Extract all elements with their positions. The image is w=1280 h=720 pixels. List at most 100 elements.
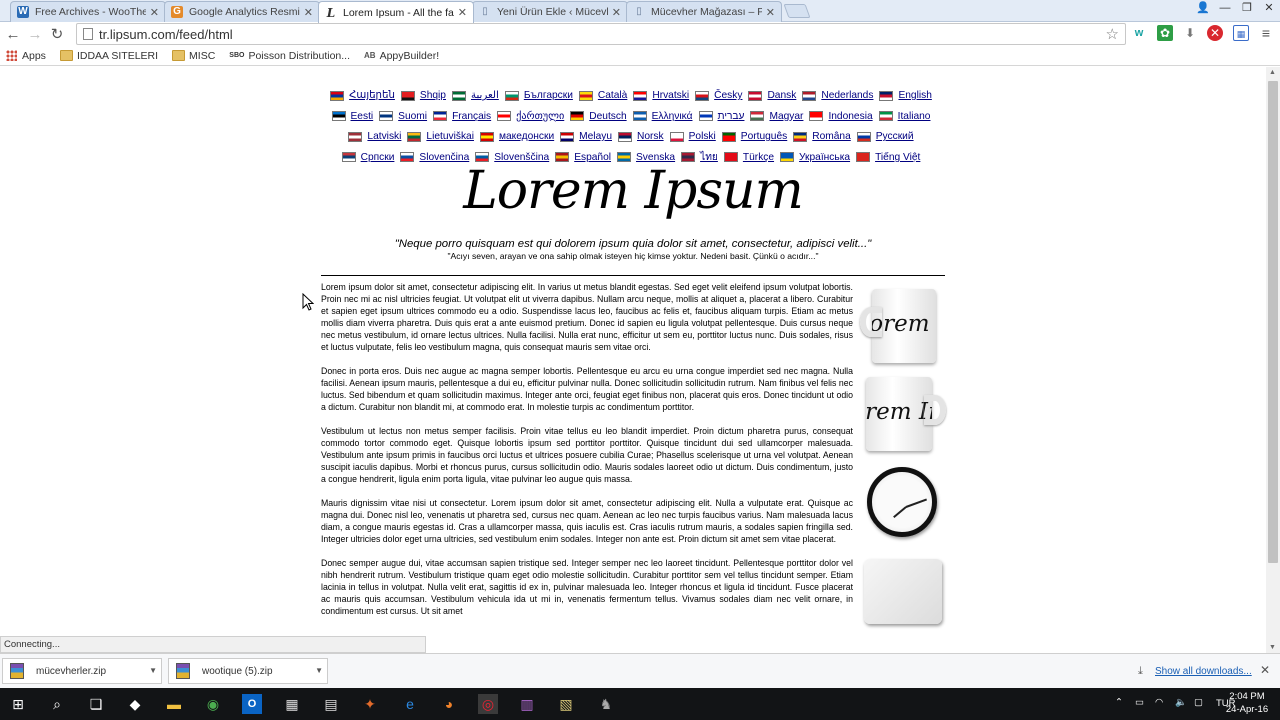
- user-icon[interactable]: 👤: [1192, 0, 1214, 20]
- app-icon[interactable]: ◆: [125, 694, 145, 714]
- scroll-up-icon[interactable]: ▲: [1269, 69, 1276, 76]
- language-link[interactable]: Suomi: [379, 108, 427, 126]
- language-link[interactable]: ქართული: [497, 108, 564, 126]
- outlook-icon[interactable]: O: [242, 694, 262, 714]
- language-link[interactable]: Հայերեն: [330, 87, 395, 105]
- bookmark-star-icon[interactable]: ☆: [1106, 25, 1119, 43]
- download-item[interactable]: mücevherler.zip ▼: [2, 658, 162, 684]
- close-icon[interactable]: ✕: [612, 6, 621, 19]
- mug-image-1[interactable]: Lorem Ipsum: [860, 285, 945, 370]
- close-window-button[interactable]: ✕: [1258, 0, 1280, 20]
- app-icon[interactable]: ✦: [360, 694, 380, 714]
- language-link[interactable]: Hrvatski: [633, 87, 689, 105]
- reload-button[interactable]: ↻: [46, 25, 68, 43]
- tray-up-icon[interactable]: ⌃: [1115, 697, 1123, 708]
- new-tab-button[interactable]: [783, 4, 811, 18]
- extension-puzzle-icon[interactable]: ✿: [1157, 25, 1173, 41]
- language-link[interactable]: Pусский: [856, 128, 914, 146]
- bookmark-poisson[interactable]: SBO Poisson Distribution...: [229, 50, 350, 62]
- language-link[interactable]: Magyar: [750, 108, 803, 126]
- language-link[interactable]: Български: [504, 87, 573, 105]
- clock-image[interactable]: [867, 467, 937, 537]
- language-link[interactable]: Latviski: [348, 128, 401, 146]
- bookmark-misc[interactable]: MISC: [172, 50, 215, 62]
- download-item[interactable]: wootique (5).zip ▼: [168, 658, 328, 684]
- close-icon[interactable]: ✕: [304, 6, 313, 19]
- notes-icon[interactable]: ▧: [556, 694, 576, 714]
- calculator-icon[interactable]: ▦: [282, 694, 302, 714]
- extension-block-icon[interactable]: ✕: [1207, 25, 1223, 41]
- file-explorer-icon[interactable]: ▬: [164, 694, 184, 714]
- minimize-button[interactable]: —: [1214, 0, 1236, 20]
- language-link[interactable]: македонски: [479, 128, 554, 146]
- language-link[interactable]: Français: [433, 108, 491, 126]
- language-link[interactable]: Shqip: [400, 87, 446, 105]
- back-button[interactable]: ←: [2, 26, 24, 43]
- tab-google-analytics[interactable]: G Google Analytics Resmi W ✕: [164, 1, 320, 22]
- winrar-icon[interactable]: ▥: [517, 694, 537, 714]
- language-link[interactable]: Italiano: [878, 108, 930, 126]
- tab-yeni-urun-ekle[interactable]: ▯ Yeni Ürün Ekle ‹ Mücevher ✕: [472, 1, 628, 22]
- pillow-image[interactable]: [864, 559, 942, 624]
- mug-front: Lorem Ipsum: [866, 377, 932, 451]
- tab-lorem-ipsum[interactable]: L Lorem Ipsum - All the fact ✕: [318, 1, 474, 23]
- app-icon[interactable]: ♞: [596, 694, 616, 714]
- wifi-icon[interactable]: ◠: [1155, 697, 1163, 708]
- wordpress-icon: W: [17, 6, 29, 18]
- language-link[interactable]: Lietuviškai: [407, 128, 474, 146]
- scroll-down-icon[interactable]: ▼: [1269, 644, 1276, 651]
- forward-button[interactable]: →: [24, 26, 46, 43]
- close-icon[interactable]: ✕: [150, 6, 159, 19]
- bookmark-apps[interactable]: Apps: [6, 50, 46, 62]
- dropdown-arrow-icon[interactable]: ▼: [315, 666, 323, 675]
- language-link[interactable]: Deutsch: [570, 108, 627, 126]
- volume-icon[interactable]: 🔈: [1175, 697, 1187, 708]
- chrome-icon[interactable]: ◉: [203, 694, 223, 714]
- action-center-icon[interactable]: ▢: [1194, 697, 1203, 708]
- mug-image-2[interactable]: Lorem Ipsum: [860, 373, 946, 458]
- bookmarks-bar: Apps IDDAA SITELERI MISC SBO Poisson Dis…: [0, 46, 1280, 66]
- extension-download-icon[interactable]: ⬇: [1182, 25, 1198, 41]
- dropdown-arrow-icon[interactable]: ▼: [149, 666, 157, 675]
- scroll-thumb[interactable]: [1268, 81, 1278, 563]
- language-link[interactable]: Dansk: [748, 87, 796, 105]
- taskbar-clock[interactable]: 2:04 PM 24-Apr-16: [1222, 690, 1272, 716]
- language-link[interactable]: Česky: [695, 87, 742, 105]
- language-link[interactable]: العربية: [451, 87, 499, 105]
- language-link[interactable]: עברית: [698, 108, 744, 126]
- address-bar[interactable]: tr.lipsum.com/feed/html ☆: [76, 23, 1126, 45]
- bookmark-appybuilder[interactable]: AB AppyBuilder!: [364, 50, 439, 62]
- maximize-button[interactable]: ❐: [1236, 0, 1258, 20]
- firefox-icon[interactable]: ◕: [439, 694, 459, 714]
- extension-grid-icon[interactable]: ▦: [1233, 25, 1249, 41]
- tab-mucevher-magazasi[interactable]: ▯ Mücevher Mağazası – Pre ✕: [626, 1, 782, 22]
- tab-free-archives[interactable]: W Free Archives - WooThem ✕: [10, 1, 166, 22]
- page-scrollbar[interactable]: ▲ ▼: [1266, 67, 1280, 653]
- search-icon[interactable]: ⌕: [47, 694, 67, 714]
- network-icon[interactable]: ▭: [1135, 697, 1144, 708]
- opera-icon[interactable]: ◎: [478, 694, 498, 714]
- language-link[interactable]: Português: [721, 128, 787, 146]
- language-link[interactable]: English: [879, 87, 932, 105]
- close-icon[interactable]: ✕: [766, 6, 775, 19]
- menu-icon[interactable]: ≡: [1258, 25, 1274, 41]
- task-view-icon[interactable]: ❏: [86, 694, 106, 714]
- language-link[interactable]: Melayu: [560, 128, 612, 146]
- close-downloads-button[interactable]: ✕: [1260, 663, 1270, 677]
- notepad-icon[interactable]: ▤: [321, 694, 341, 714]
- bookmark-iddaa-siteleri[interactable]: IDDAA SITELERI: [59, 50, 158, 62]
- language-link[interactable]: Româna: [793, 128, 851, 146]
- mug-handle: [860, 307, 882, 337]
- close-icon[interactable]: ✕: [458, 6, 467, 19]
- show-all-downloads-link[interactable]: Show all downloads...: [1155, 666, 1252, 677]
- extension-wave-icon[interactable]: ᴡ: [1131, 25, 1147, 41]
- language-link[interactable]: Indonesia: [809, 108, 873, 126]
- language-link[interactable]: Polski: [669, 128, 716, 146]
- language-link[interactable]: Català: [578, 87, 627, 105]
- language-link[interactable]: Ελληνικά: [632, 108, 693, 126]
- edge-icon[interactable]: e: [400, 694, 420, 714]
- language-link[interactable]: Eesti: [331, 108, 373, 126]
- language-link[interactable]: Norsk: [618, 128, 664, 146]
- language-link[interactable]: Nederlands: [802, 87, 873, 105]
- windows-start-icon[interactable]: ⊞: [8, 694, 28, 714]
